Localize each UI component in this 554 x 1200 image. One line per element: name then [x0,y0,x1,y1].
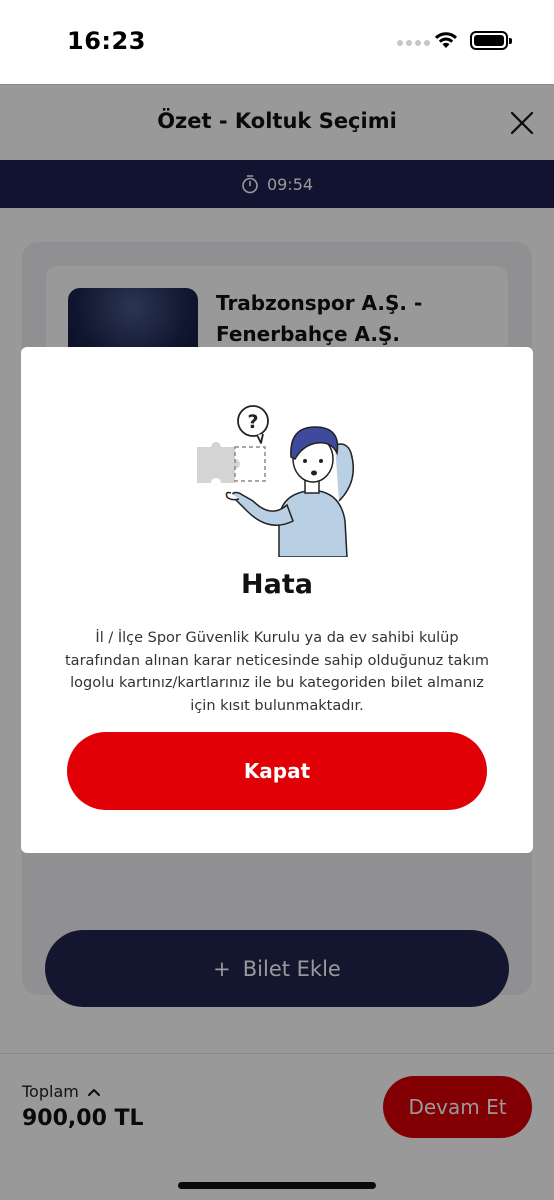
status-time: 16:23 [67,27,146,55]
status-bar: 16:23 [0,0,554,84]
dialog-message: İl / İlçe Spor Güvenlik Kurulu ya da ev … [65,630,489,714]
wifi-icon [435,32,457,48]
question-mark-glyph: ? [247,411,258,433]
cellular-signal-icon [397,40,430,46]
dialog-title: Hata [241,569,313,600]
close-dialog-button[interactable]: Kapat [67,732,487,810]
confused-person-illustration: ? [197,405,354,557]
battery-icon [470,31,512,50]
error-dialog: ? Hata İl / İlçe Spor Güvenlik Kurulu ya… [21,347,533,853]
